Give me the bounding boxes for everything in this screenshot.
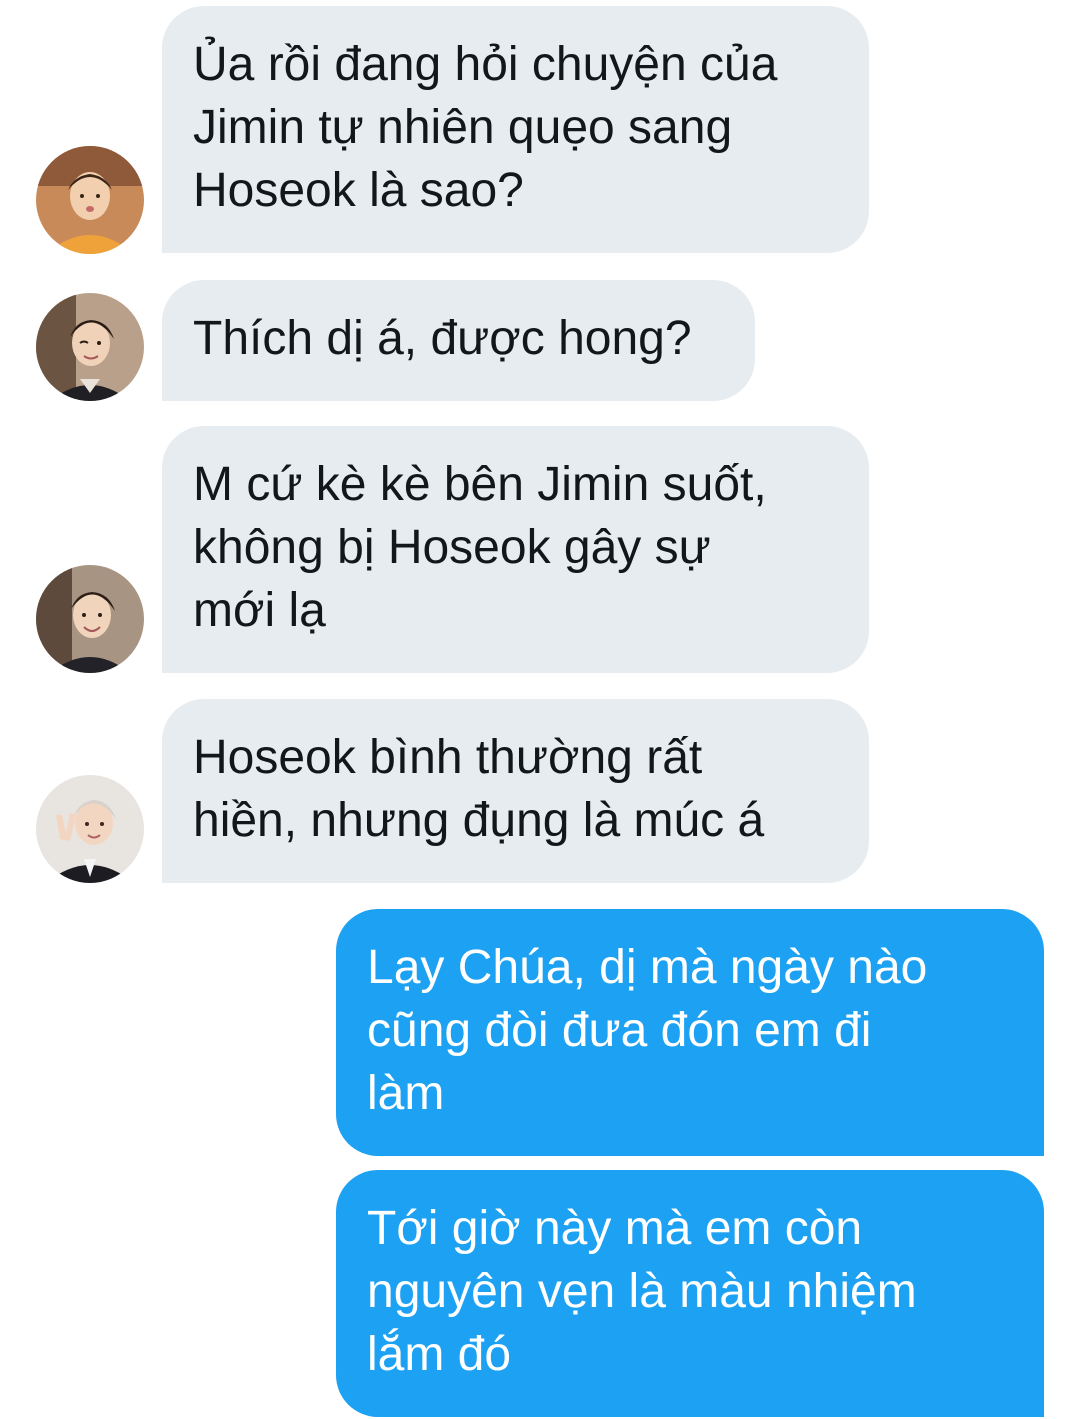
sender-avatar[interactable] (36, 146, 144, 254)
sender-avatar[interactable] (36, 293, 144, 401)
avatar-wink-icon (36, 293, 144, 401)
avatar-orange-shirt-icon (36, 146, 144, 254)
avatar-peace-sign-icon (36, 775, 144, 883)
outgoing-message-bubble[interactable]: Lạy Chúa, dị mà ngày nào cũng đòi đưa đó… (336, 909, 1044, 1156)
incoming-message-bubble[interactable]: Ủa rồi đang hỏi chuyện của Jimin tự nhiê… (162, 6, 869, 253)
incoming-message-bubble[interactable]: Thích dị á, được hong? (162, 280, 755, 401)
incoming-message-bubble[interactable]: Hoseok bình thường rất hiền, nhưng đụng … (162, 699, 869, 883)
avatar-smile-icon (36, 565, 144, 673)
sender-avatar[interactable] (36, 775, 144, 883)
outgoing-message-bubble[interactable]: Tới giờ này mà em còn nguyên vẹn là màu … (336, 1170, 1044, 1417)
chat-thread: Ủa rồi đang hỏi chuyện của Jimin tự nhiê… (0, 0, 1080, 1419)
sender-avatar[interactable] (36, 565, 144, 673)
incoming-message-bubble[interactable]: M cứ kè kè bên Jimin suốt, không bị Hose… (162, 426, 869, 673)
